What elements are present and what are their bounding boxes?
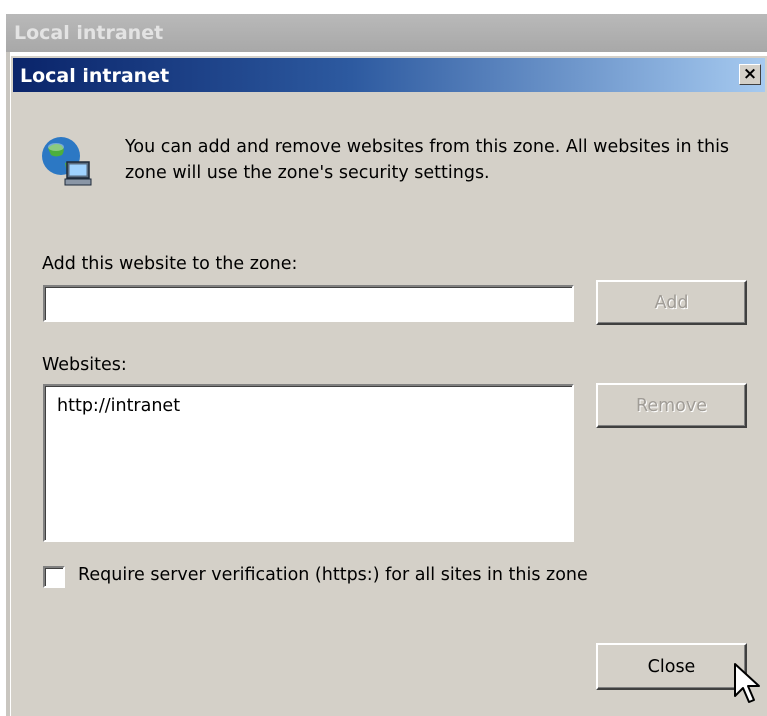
close-button[interactable]: Close bbox=[596, 643, 747, 690]
add-button[interactable]: Add bbox=[596, 280, 747, 325]
local-intranet-dialog: Local intranet × You can add and remove … bbox=[10, 55, 767, 716]
require-https-checkbox[interactable] bbox=[43, 566, 65, 588]
websites-label: Websites: bbox=[42, 355, 127, 375]
require-https-label[interactable]: Require server verification (https:) for… bbox=[78, 565, 588, 585]
remove-button[interactable]: Remove bbox=[596, 383, 747, 428]
dialog-titlebar[interactable]: Local intranet × bbox=[13, 58, 765, 92]
background-window-titlebar: Local intranet bbox=[6, 14, 767, 52]
zone-info-text: You can add and remove websites from thi… bbox=[125, 137, 730, 183]
add-website-input[interactable] bbox=[43, 285, 574, 322]
background-window-title: Local intranet bbox=[14, 22, 164, 44]
dialog-title: Local intranet bbox=[20, 65, 170, 87]
globe-computer-icon bbox=[42, 137, 92, 186]
list-item[interactable]: http://intranet bbox=[57, 396, 560, 416]
add-website-label: Add this website to the zone: bbox=[42, 254, 298, 274]
websites-list[interactable]: http://intranet bbox=[43, 384, 574, 542]
mouse-cursor-icon bbox=[734, 663, 760, 703]
close-icon[interactable]: × bbox=[739, 64, 761, 85]
